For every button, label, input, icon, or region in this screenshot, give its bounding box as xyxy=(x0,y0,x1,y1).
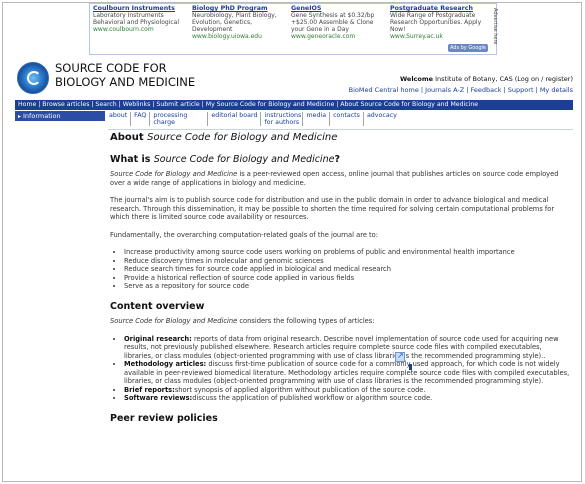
main-content: About Source Code for Biology and Medici… xyxy=(110,132,570,429)
article-type-name: Original research: xyxy=(124,334,192,343)
article-type-desc: discuss the application of published wor… xyxy=(192,394,433,402)
ad-item[interactable]: Postgraduate Research Wide Range of Post… xyxy=(390,5,485,40)
heading-prefix: What is xyxy=(110,153,151,165)
list-item: Reduce search times for source code appl… xyxy=(124,265,570,274)
text-caret xyxy=(409,364,412,370)
goals-list: Increase productivity among source code … xyxy=(124,248,570,291)
journal-logo-icon[interactable] xyxy=(17,62,49,94)
ad-item[interactable]: GeneIOS Gene Synthesis at $0.32/bp +$25.… xyxy=(291,5,386,40)
ad-title[interactable]: Coulbourn Instruments xyxy=(93,5,188,12)
ad-url[interactable]: www.geneoracle.com xyxy=(291,33,386,40)
welcome-label: Welcome xyxy=(399,75,434,83)
tab-media[interactable]: media xyxy=(305,112,331,126)
paragraph-goals-intro: Fundamentally, the overarching computati… xyxy=(110,230,379,239)
journal-name: Source Code for Biology and Medicine xyxy=(110,317,238,325)
site-title-line2: BIOLOGY AND MEDICINE xyxy=(55,75,196,89)
welcome-message: Welcome Institute of Botany, CAS (Log on… xyxy=(400,75,573,83)
list-item: Serve as a repository for source code xyxy=(124,282,570,291)
section-heading-peer-review: Peer review policies xyxy=(110,412,218,424)
list-item: Reduce discovery times in molecular and … xyxy=(124,257,570,266)
browser-page: Coulbourn Instruments Laboratory Instrum… xyxy=(2,2,582,482)
paragraph-article-types-intro: Source Code for Biology and Medicine con… xyxy=(110,317,570,326)
ad-body: Laboratory Instruments Behavioral and Ph… xyxy=(93,12,179,26)
ad-body: Neurobiology, Plant Biology, Evolution, … xyxy=(192,12,277,33)
site-title-line1: SOURCE CODE FOR xyxy=(55,61,167,75)
tab-faq[interactable]: FAQ xyxy=(133,112,151,126)
ad-body: Gene Synthesis at $0.32/bp +$25.00 Assem… xyxy=(291,12,375,33)
page-title-journal: Source Code for Biology and Medicine xyxy=(147,132,338,143)
tab-editorial-board[interactable]: editorial board xyxy=(210,112,262,126)
ad-url[interactable]: www.biology.uiowa.edu xyxy=(192,33,287,40)
tab-contacts[interactable]: contacts xyxy=(332,112,364,126)
sidebar-item-information[interactable]: ▸ Information xyxy=(15,111,105,121)
ad-item[interactable]: Coulbourn Instruments Laboratory Instrum… xyxy=(93,5,188,33)
ad-url[interactable]: www.coulbourn.com xyxy=(93,26,188,33)
arrow-right-icon: ▸ xyxy=(18,113,22,120)
ad-title[interactable]: Biology PhD Program xyxy=(192,5,287,12)
list-item: Software reviews:discuss the application… xyxy=(124,394,570,403)
site-title[interactable]: SOURCE CODE FOR BIOLOGY AND MEDICINE xyxy=(55,61,195,89)
list-item: Provide a historical reflection of sourc… xyxy=(124,274,570,283)
welcome-text[interactable]: Institute of Botany, CAS (Log on / regis… xyxy=(435,75,573,83)
article-type-name: Software reviews: xyxy=(124,394,193,402)
list-item: Increase productivity among source code … xyxy=(124,248,570,257)
tab-processing-charge[interactable]: processing charge xyxy=(152,112,209,126)
ads-by-google-badge[interactable]: Ads by Google xyxy=(447,44,488,52)
article-type-name: Methodology articles: xyxy=(124,360,207,368)
list-item: Brief reports:short synopsis of applied … xyxy=(124,386,570,395)
ad-title[interactable]: Postgraduate Research xyxy=(390,5,485,12)
article-types-list: Original research: reports of data from … xyxy=(124,335,570,403)
journal-name: Source Code for Biology and Medicine xyxy=(110,170,238,178)
cursor-icon xyxy=(395,351,405,362)
google-ads-banner: Coulbourn Instruments Laboratory Instrum… xyxy=(89,3,498,55)
divider xyxy=(108,129,573,130)
paragraph-aim: The journal's aim is to publish source c… xyxy=(110,196,555,221)
ad-item[interactable]: Biology PhD Program Neurobiology, Plant … xyxy=(192,5,287,40)
page-title-prefix: About xyxy=(110,132,144,143)
main-nav[interactable]: Home | Browse articles | Search | Weblin… xyxy=(15,100,573,110)
ad-url[interactable]: www.Surrey.ac.uk xyxy=(390,33,485,40)
article-type-desc: short synopsis of applied algorithm with… xyxy=(174,385,426,394)
list-item: Methodology articles: discuss first-time… xyxy=(124,360,570,386)
site-header: SOURCE CODE FOR BIOLOGY AND MEDICINE Wel… xyxy=(11,59,577,99)
heading-journal: Source Code for Biology and Medicine xyxy=(153,153,335,165)
ad-title[interactable]: GeneIOS xyxy=(291,5,386,12)
advertise-here-link[interactable]: Advertise here xyxy=(492,8,498,44)
info-subnav: about FAQ processing charge editorial bo… xyxy=(108,112,400,126)
paragraph-text: considers the following types of article… xyxy=(237,317,375,325)
ad-body: Wide Range of Postgraduate Research Oppo… xyxy=(390,12,482,33)
heading-suffix: ? xyxy=(334,153,340,165)
article-type-name: Brief reports: xyxy=(124,385,175,394)
tab-about[interactable]: about xyxy=(108,112,132,126)
section-heading-content-overview: Content overview xyxy=(110,300,205,312)
paragraph-intro: Source Code for Biology and Medicine is … xyxy=(110,170,570,187)
section-heading-what-is: What is Source Code for Biology and Medi… xyxy=(110,153,570,165)
sidebar-label: Information xyxy=(23,112,61,120)
tab-advocacy[interactable]: advocacy xyxy=(366,112,400,126)
tab-instructions-for-authors[interactable]: instructions for authors xyxy=(263,112,304,126)
top-links[interactable]: BioMed Central home | Journals A-Z | Fee… xyxy=(349,86,573,94)
page-title: About Source Code for Biology and Medici… xyxy=(110,132,570,143)
list-item: Original research: reports of data from … xyxy=(124,335,570,361)
